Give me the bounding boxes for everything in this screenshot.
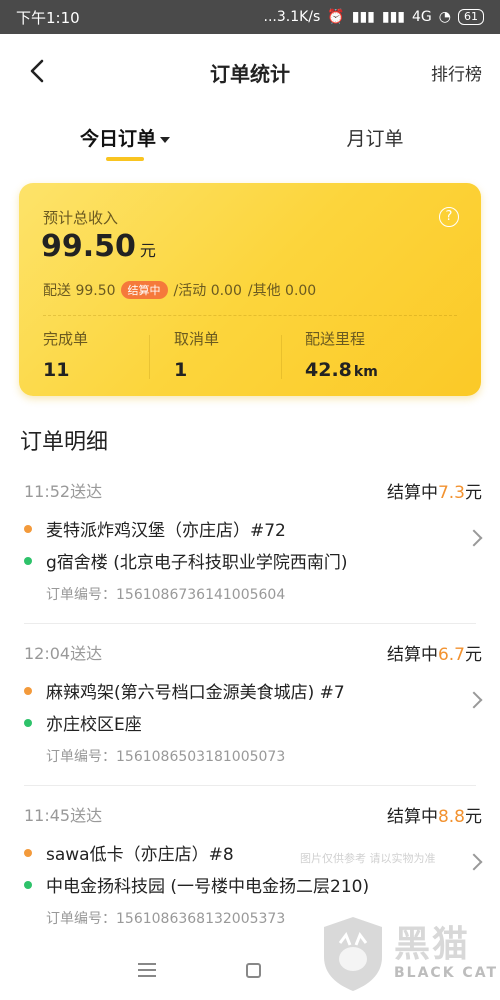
network-speed: ...3.1K/s	[263, 9, 321, 25]
black-cat-logo: 黑猫 BLACK CAT	[318, 910, 498, 996]
income-amount: 99.50	[41, 229, 136, 264]
signal-icon: ▮▮▮	[351, 9, 375, 25]
settle-unit: 元	[465, 645, 482, 665]
back-button[interactable]	[22, 56, 52, 86]
dropoff-address: 亦庄校区E座	[24, 710, 142, 735]
dropoff-address: 中电金扬科技园 (一号楼中电金扬二层210)	[24, 872, 369, 897]
settle-unit: 元	[465, 483, 482, 503]
stat-number: 42.8	[305, 359, 352, 381]
income-summary-card: 预计总收入 ? 99.50 元 配送 99.50 结算中 /活动 0.00 /其他…	[19, 183, 481, 396]
dropoff-text: g宿舍楼 (北京电子科技职业学院西南门)	[46, 553, 348, 573]
settle-amount: 7.3	[437, 483, 465, 503]
card-divider	[43, 315, 457, 316]
stat-separator	[149, 335, 150, 379]
pickup-text: 麦特派炸鸡汉堡（亦庄店）#72	[46, 521, 286, 541]
settling-badge: 结算中	[120, 281, 168, 299]
stat-value: 1	[174, 359, 219, 381]
logo-en: BLACK CAT	[394, 965, 498, 981]
status-time: 下午1:10	[16, 8, 80, 27]
order-tabs: 今日订单 月订单	[0, 110, 500, 165]
battery-icon: 61	[458, 9, 484, 25]
dropoff-text: 中电金扬科技园 (一号楼中电金扬二层210)	[46, 877, 370, 897]
page-title: 订单统计	[210, 61, 290, 86]
pickup-dot-icon	[24, 848, 32, 857]
network-type: 4G	[412, 9, 432, 25]
order-details-title: 订单明细	[20, 430, 109, 455]
back-arrow-icon	[30, 59, 44, 83]
chevron-right-icon	[465, 529, 483, 547]
pickup-address: 麦特派炸鸡汉堡（亦庄店）#72	[24, 516, 286, 541]
logo-text: 黑猫 BLACK CAT	[394, 924, 498, 982]
dropoff-text: 亦庄校区E座	[46, 715, 142, 735]
order-number: 订单编号：1561086503181005073	[46, 749, 286, 765]
pickup-dot-icon	[24, 524, 32, 533]
signal-icon-2: ▮▮▮	[381, 9, 406, 25]
dropoff-dot-icon	[24, 718, 32, 727]
stat-distance: 配送里程 42.8 km	[305, 328, 378, 381]
other-income: /其他 0.00	[247, 283, 317, 299]
settle-status: 结算中	[386, 807, 438, 827]
stat-value: 11	[43, 359, 88, 381]
delivery-income: 配送 99.50	[43, 283, 116, 299]
stat-value: 42.8 km	[305, 359, 378, 381]
pickup-text: 麻辣鸡架(第六号档口金源美食城店) #7	[46, 683, 345, 703]
order-settlement: 结算中7.3元	[387, 478, 482, 503]
stat-label: 取消单	[174, 330, 220, 348]
order-item[interactable]: 11:52送达 结算中7.3元 麦特派炸鸡汉堡（亦庄店）#72 g宿舍楼 (北京…	[0, 462, 500, 624]
stat-cancelled: 取消单 1	[174, 328, 219, 381]
nav-bar: 订单统计 排行榜	[0, 34, 500, 110]
alarm-icon: ⏰	[327, 9, 345, 25]
watermark-note: 图片仅供参考 请以实物为准	[300, 852, 436, 865]
ranking-link[interactable]: 排行榜	[431, 60, 482, 85]
active-tab-indicator	[106, 157, 144, 161]
activity-income: /活动 0.00	[173, 283, 242, 299]
stat-completed: 完成单 11	[43, 328, 88, 381]
chevron-right-icon	[465, 853, 483, 871]
menu-icon[interactable]	[137, 963, 156, 977]
delivery-time: 11:52送达	[24, 482, 103, 501]
dropoff-dot-icon	[24, 880, 32, 889]
chevron-right-icon	[465, 691, 483, 709]
stat-separator	[281, 335, 282, 379]
order-number: 订单编号：1561086736141005604	[46, 587, 286, 603]
pickup-address: sawa低卡（亦庄店）#8	[24, 840, 234, 865]
settle-amount: 6.7	[437, 645, 465, 665]
order-item[interactable]: 12:04送达 结算中6.7元 麻辣鸡架(第六号档口金源美食城店) #7 亦庄校…	[0, 624, 500, 786]
dropoff-dot-icon	[24, 556, 32, 565]
income-unit: 元	[139, 241, 156, 260]
order-settlement: 结算中6.7元	[387, 640, 482, 665]
order-number: 订单编号：1561086368132005373	[46, 911, 286, 927]
pickup-address: 麻辣鸡架(第六号档口金源美食城店) #7	[24, 678, 345, 703]
delivery-time: 12:04送达	[24, 644, 103, 663]
pickup-dot-icon	[24, 686, 32, 695]
stat-number: 11	[43, 359, 70, 381]
tab-month-orders[interactable]: 月订单	[250, 110, 500, 165]
income-breakdown: 配送 99.50 结算中 /活动 0.00 /其他 0.00	[43, 280, 316, 300]
settle-status: 结算中	[386, 645, 438, 665]
stat-label: 配送里程	[305, 330, 366, 348]
dropoff-address: g宿舍楼 (北京电子科技职业学院西南门)	[24, 548, 347, 573]
status-bar: 下午1:10 ...3.1K/s ⏰ ▮▮▮ ▮▮▮ 4G ◔ 61	[0, 0, 500, 34]
stat-label: 完成单	[43, 330, 89, 348]
help-icon[interactable]: ?	[439, 207, 459, 227]
total-income: 99.50 元	[41, 229, 156, 264]
tab-label: 月订单	[346, 128, 404, 150]
stat-unit: km	[353, 364, 378, 380]
wifi-icon: ◔	[438, 9, 451, 25]
home-icon[interactable]	[245, 962, 261, 978]
dropdown-caret-icon	[160, 136, 170, 143]
order-settlement: 结算中8.8元	[387, 802, 482, 827]
tab-label: 今日订单	[79, 128, 156, 150]
settle-amount: 8.8	[437, 807, 465, 827]
cat-shield-icon	[324, 917, 382, 991]
tab-today-orders[interactable]: 今日订单	[0, 110, 250, 165]
status-indicators: ...3.1K/s ⏰ ▮▮▮ ▮▮▮ 4G ◔ 61	[264, 9, 484, 25]
delivery-time: 11:45送达	[24, 806, 103, 825]
income-label: 预计总收入	[43, 209, 119, 227]
settle-unit: 元	[465, 807, 482, 827]
stat-number: 1	[174, 359, 188, 381]
settle-status: 结算中	[386, 483, 438, 503]
logo-cn: 黑猫	[394, 924, 471, 965]
pickup-text: sawa低卡（亦庄店）#8	[46, 845, 234, 865]
